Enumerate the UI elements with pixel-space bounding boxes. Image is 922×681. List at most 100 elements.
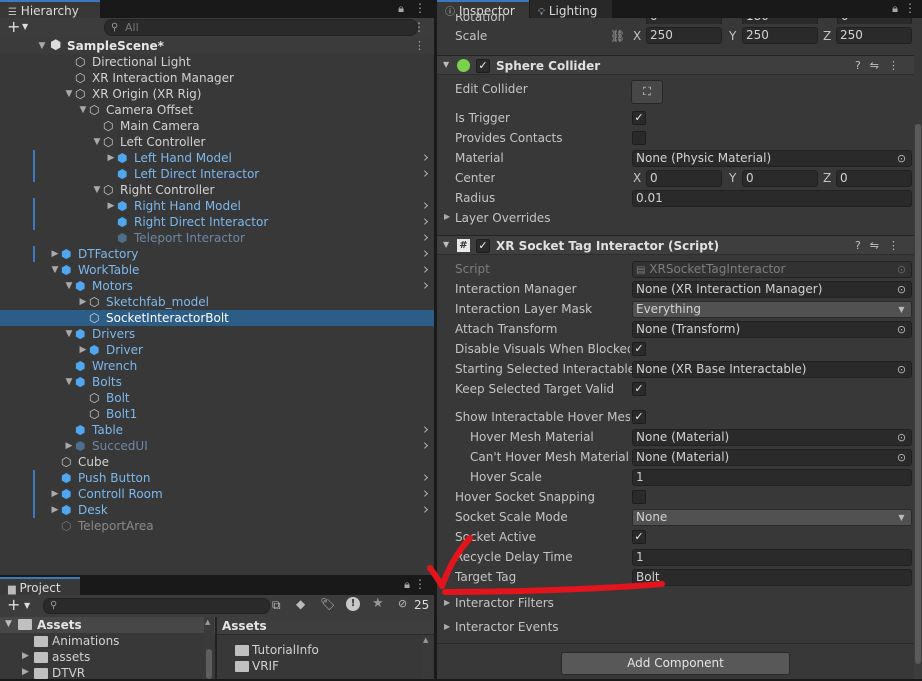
hover-mesh-material-field[interactable]: None (Material) ⊙: [632, 429, 912, 446]
component-header-icons: ?⇋⋮: [855, 236, 908, 256]
disable-visuals-checkbox[interactable]: ✓: [632, 342, 646, 356]
dropdown-arrow-icon: ▼: [898, 513, 905, 522]
help-icon[interactable]: ?: [855, 59, 870, 72]
interaction-manager-label: Interaction Manager: [455, 282, 577, 296]
is-trigger-checkbox[interactable]: ✓: [632, 111, 646, 125]
expand-arrow-icon[interactable]: ▼: [443, 60, 449, 69]
help-icon[interactable]: ?: [855, 239, 870, 252]
hover-socket-snapping-label: Hover Socket Snapping: [455, 490, 595, 504]
interaction-layer-mask-label: Interaction Layer Mask: [455, 302, 593, 316]
sphere-collider-title: Sphere Collider: [496, 59, 601, 73]
kebab-menu-icon[interactable]: ⋮: [888, 59, 908, 72]
rotation-fields: 0 180 0: [632, 18, 912, 24]
edit-collider-icon: ⛶: [643, 85, 651, 98]
socket-interactor-header[interactable]: ▼ # ✓ XR Socket Tag Interactor (Script) …: [437, 235, 914, 255]
object-picker-icon[interactable]: ⊙: [894, 151, 909, 166]
center-label: Center: [455, 171, 496, 185]
scale-z-field[interactable]: 250: [836, 27, 912, 44]
component-enabled-checkbox[interactable]: ✓: [476, 59, 490, 73]
starting-selected-label: Starting Selected Interactable: [455, 362, 636, 376]
show-hover-mesh-checkbox[interactable]: ✓: [632, 410, 646, 424]
object-picker-icon[interactable]: ⊙: [894, 362, 909, 377]
socket-scale-mode-dropdown[interactable]: None ▼: [632, 509, 912, 526]
dropdown-arrow-icon: ▼: [898, 305, 905, 314]
attach-transform-label: Attach Transform: [455, 322, 558, 336]
starting-selected-field[interactable]: None (XR Base Interactable) ⊙: [632, 361, 912, 378]
add-component-button[interactable]: Add Component: [561, 652, 790, 675]
socket-interactor-title: XR Socket Tag Interactor (Script): [496, 239, 720, 253]
script-value: XRSocketTagInteractor: [649, 262, 786, 276]
object-picker-icon[interactable]: ⊙: [894, 450, 909, 465]
axis-y-label: Y: [729, 171, 737, 185]
divider: [437, 643, 914, 644]
rotation-label: Rotation: [455, 14, 506, 24]
hover-socket-snapping-checkbox[interactable]: [632, 490, 646, 504]
constrain-proportions-icon[interactable]: ⛓︎: [610, 29, 625, 43]
center-y-field[interactable]: 0: [742, 170, 818, 187]
center-x-field[interactable]: 0: [646, 170, 722, 187]
scale-x-field[interactable]: 250: [646, 27, 722, 44]
script-file-icon: ▤: [636, 265, 646, 276]
show-hover-mesh-label: Show Interactable Hover Mesh: [455, 410, 630, 424]
axis-z-label: Z: [823, 171, 832, 185]
rotation-y-field[interactable]: 180: [742, 18, 818, 24]
cant-hover-label: Can't Hover Mesh Material: [470, 450, 629, 464]
interaction-layer-mask-dropdown[interactable]: Everything ▼: [632, 301, 912, 318]
starting-selected-value: None (XR Base Interactable): [636, 362, 807, 376]
socket-scale-mode-label: Socket Scale Mode: [455, 510, 568, 524]
socket-scale-mode-value: None: [636, 510, 668, 524]
edit-collider-button[interactable]: ⛶: [631, 80, 663, 104]
component-enabled-checkbox[interactable]: ✓: [476, 239, 490, 253]
disable-visuals-label: Disable Visuals When Blocked I: [455, 342, 630, 356]
hover-mesh-material-label: Hover Mesh Material: [470, 430, 594, 444]
axis-x-label: X: [633, 171, 642, 185]
axis-y-label: Y: [729, 29, 737, 43]
presets-icon[interactable]: ⇋: [870, 239, 888, 252]
presets-icon[interactable]: ⇋: [870, 59, 888, 72]
attach-transform-field[interactable]: None (Transform) ⊙: [632, 321, 912, 338]
material-object-field[interactable]: None (Physic Material) ⊙: [632, 150, 912, 167]
foldout-arrow-icon[interactable]: ▶: [444, 622, 450, 631]
interaction-manager-field[interactable]: None (XR Interaction Manager) ⊙: [632, 281, 912, 298]
attach-transform-value: None (Transform): [636, 322, 741, 336]
material-value: None (Physic Material): [636, 151, 772, 165]
axis-z-label: Z: [823, 29, 832, 43]
sphere-collider-header[interactable]: ▼ ✓ Sphere Collider ?⇋⋮: [437, 55, 914, 75]
scale-y-field[interactable]: 250: [742, 27, 818, 44]
foldout-arrow-icon[interactable]: ▶: [444, 212, 450, 221]
axis-x-label: X: [633, 29, 642, 43]
provides-contacts-label: Provides Contacts: [455, 131, 563, 145]
provides-contacts-checkbox[interactable]: [632, 131, 646, 145]
red-checkmark-annotation: [427, 535, 665, 595]
center-z-field[interactable]: 0: [836, 170, 912, 187]
cant-hover-value: None (Material): [636, 450, 730, 464]
cant-hover-field[interactable]: None (Material) ⊙: [632, 449, 912, 466]
interactor-events-foldout[interactable]: Interactor Events: [455, 618, 559, 636]
script-icon: #: [457, 239, 470, 252]
expand-arrow-icon[interactable]: ▼: [443, 240, 449, 249]
rotation-x-field[interactable]: 0: [646, 18, 722, 24]
hover-scale-label: Hover Scale: [470, 470, 542, 484]
object-picker-icon[interactable]: ⊙: [894, 322, 909, 337]
hover-mesh-material-value: None (Material): [636, 430, 730, 444]
object-picker-icon: ⊙: [896, 263, 907, 276]
interaction-manager-value: None (XR Interaction Manager): [636, 282, 823, 296]
interaction-layer-mask-value: Everything: [636, 302, 701, 316]
edit-collider-label: Edit Collider: [455, 82, 528, 96]
object-picker-icon[interactable]: ⊙: [894, 430, 909, 445]
sphere-collider-icon: [457, 59, 470, 72]
radius-field[interactable]: 0.01: [632, 190, 912, 207]
keep-selected-label: Keep Selected Target Valid: [455, 382, 615, 396]
rotation-z-field[interactable]: 0: [837, 18, 912, 24]
scale-label: Scale: [455, 29, 488, 43]
object-picker-icon[interactable]: ⊙: [894, 282, 909, 297]
keep-selected-checkbox[interactable]: ✓: [632, 382, 646, 396]
hover-scale-field[interactable]: 1: [632, 469, 912, 486]
script-object-field: ▤ XRSocketTagInteractor ⊙: [632, 261, 912, 278]
material-label: Material: [455, 151, 504, 165]
is-trigger-label: Is Trigger: [455, 111, 510, 125]
radius-label: Radius: [455, 191, 496, 205]
kebab-menu-icon[interactable]: ⋮: [888, 239, 908, 252]
layer-overrides-foldout[interactable]: Layer Overrides: [455, 209, 550, 227]
component-header-icons: ?⇋⋮: [855, 56, 908, 76]
